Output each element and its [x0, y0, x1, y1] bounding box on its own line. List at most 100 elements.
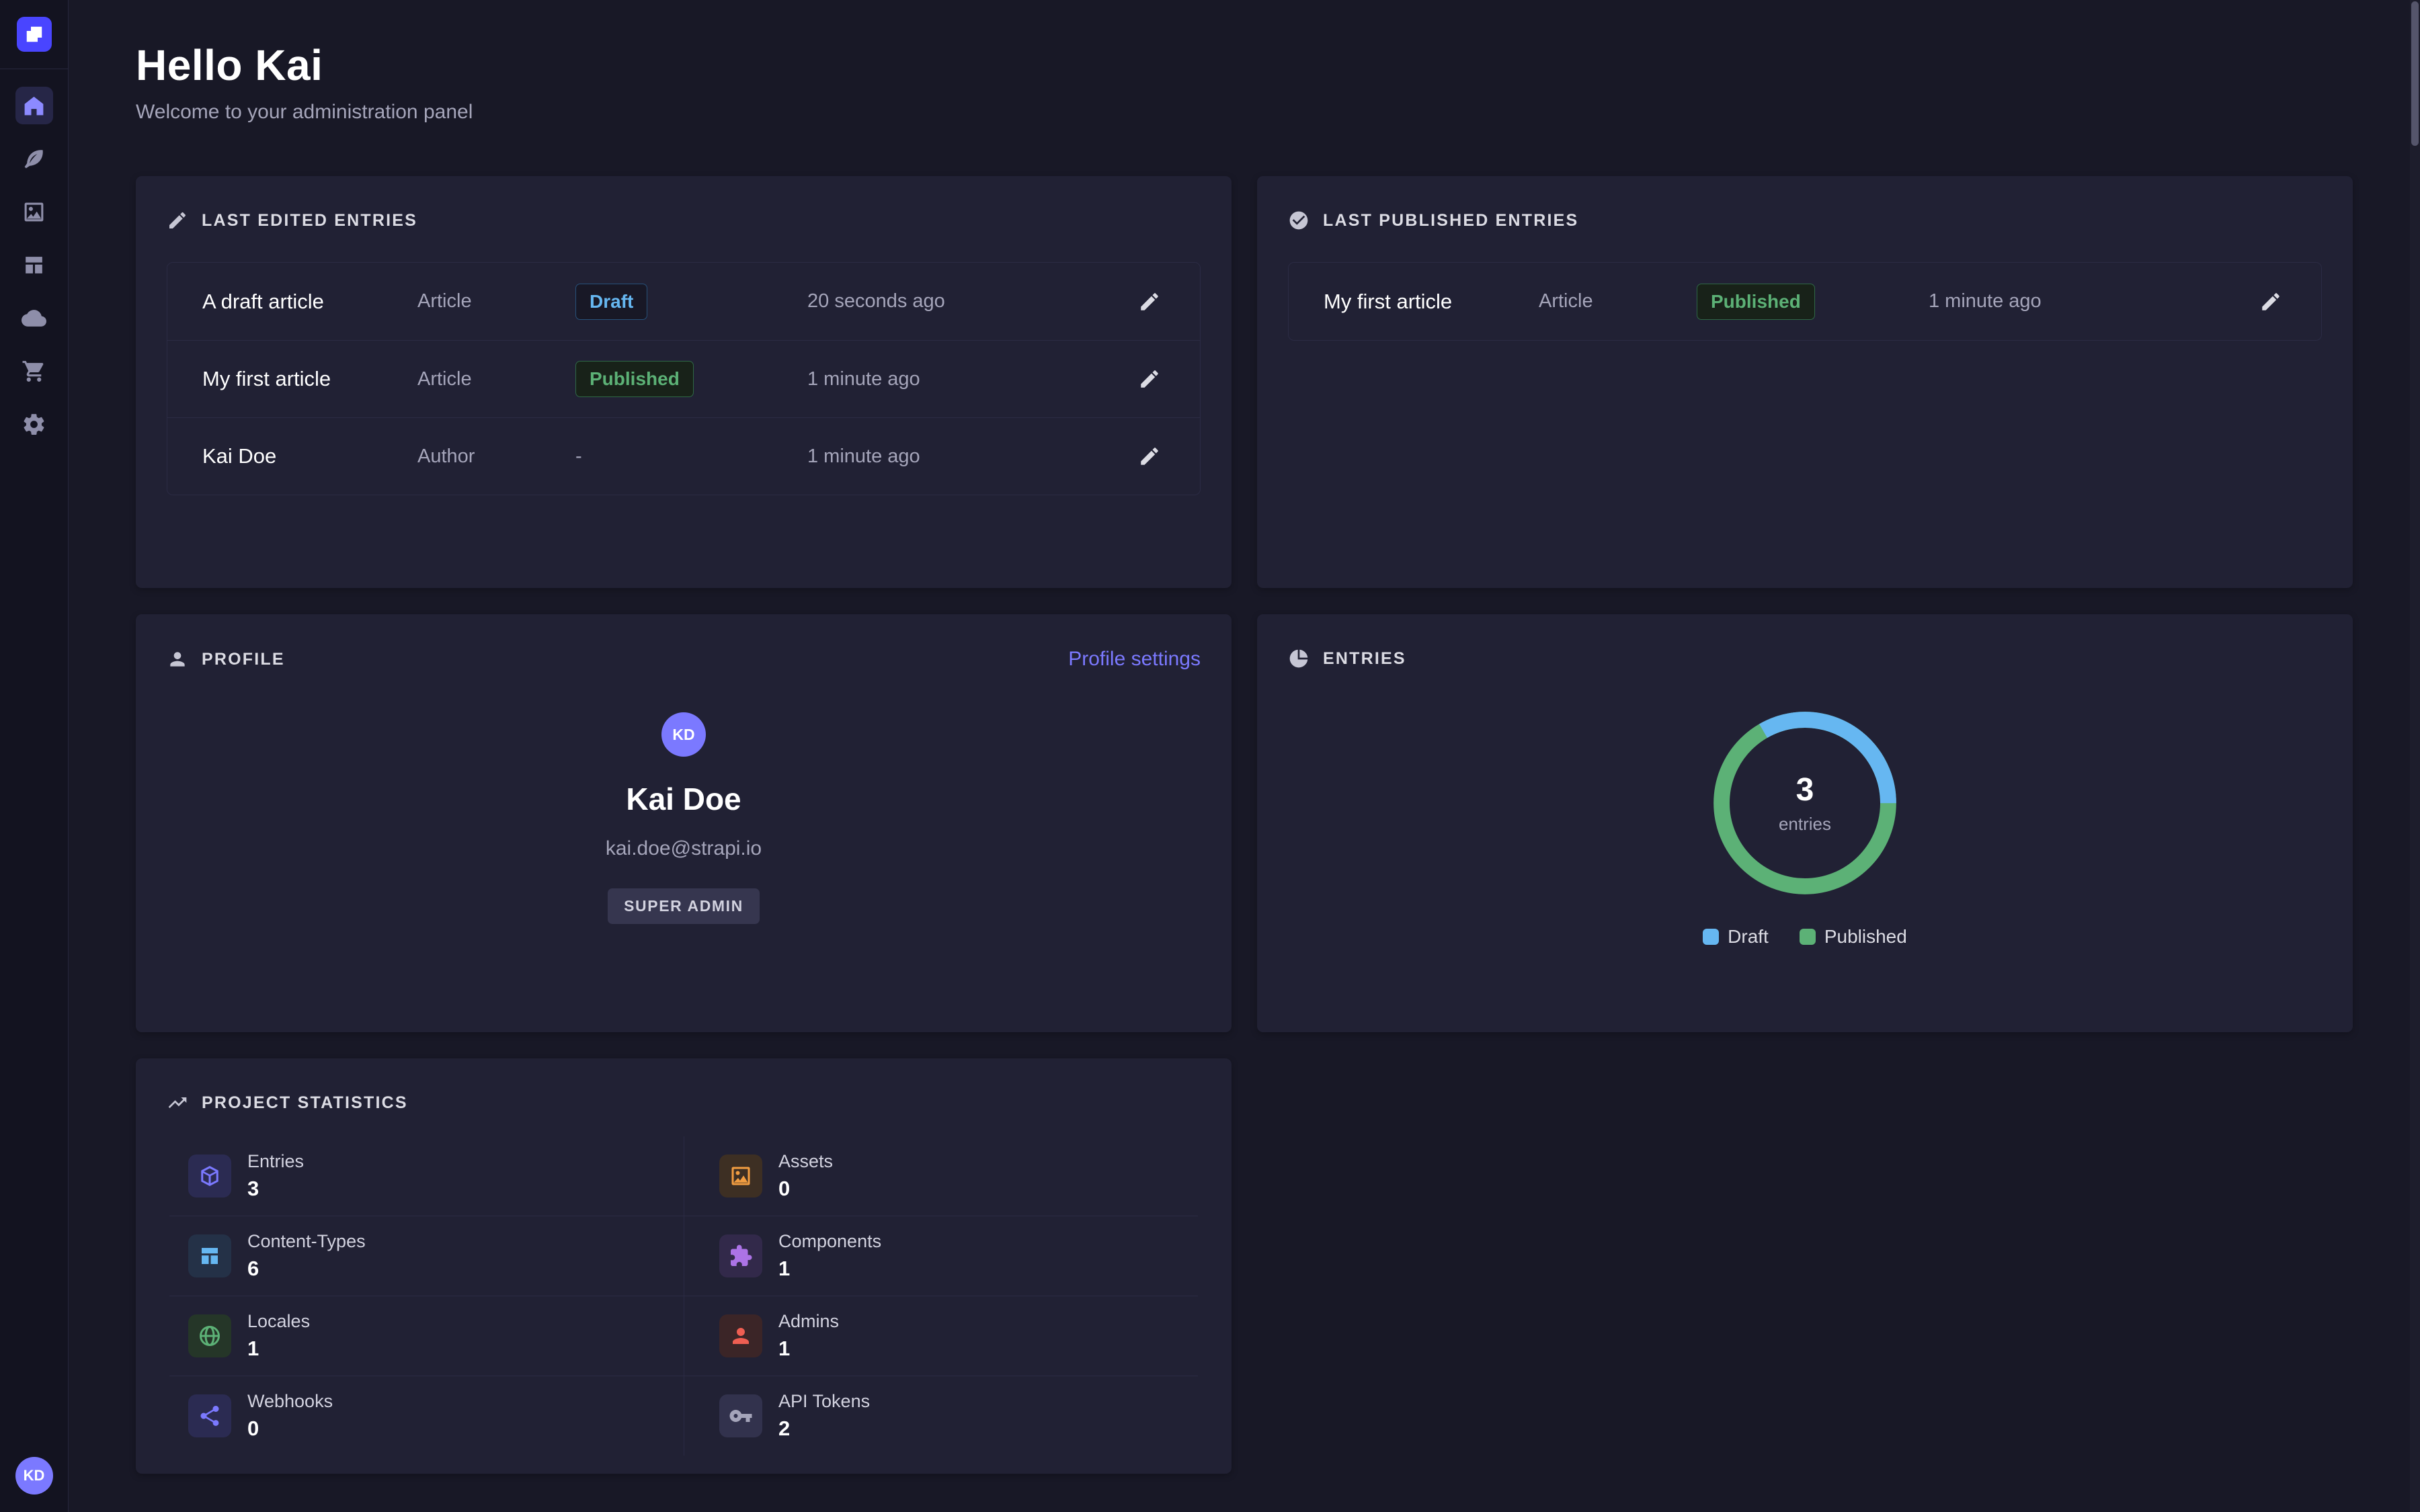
entry-type: Article [417, 290, 575, 312]
role-badge: SUPER ADMIN [608, 888, 760, 924]
entry-name: Kai Doe [202, 444, 417, 468]
table-row[interactable]: My first article Article Published 1 min… [167, 340, 1200, 417]
entries-table: A draft article Article Draft 20 seconds… [167, 262, 1201, 495]
sidebar-item-media-library[interactable] [15, 193, 53, 230]
image-icon [719, 1154, 762, 1198]
profile-settings-link[interactable]: Profile settings [1068, 648, 1201, 671]
entry-name: A draft article [202, 290, 417, 314]
card-title: ENTRIES [1323, 649, 1406, 669]
stat-label: Webhooks [247, 1391, 333, 1412]
page-subtitle: Welcome to your administration panel [136, 101, 2353, 124]
sidebar-item-settings[interactable] [15, 405, 53, 443]
entries-count: 3 [1796, 771, 1814, 808]
home-icon [22, 93, 46, 118]
edit-entry-button[interactable] [1134, 364, 1165, 394]
stat-item-api-tokens: API Tokens 2 [684, 1376, 1198, 1456]
edit-entry-button[interactable] [1134, 441, 1165, 472]
stat-label: Admins [778, 1311, 839, 1332]
pencil-icon [1138, 445, 1161, 468]
stat-label: Assets [778, 1151, 833, 1172]
profile-name: Kai Doe [626, 781, 741, 817]
app-root: KD Hello Kai Welcome to your administrat… [0, 0, 2420, 1512]
stat-value: 1 [778, 1337, 839, 1361]
entries-count-label: entries [1779, 814, 1831, 835]
profile-card: PROFILE Profile settings KD Kai Doe kai.… [136, 614, 1232, 1032]
sidebar-item-marketplace[interactable] [15, 352, 53, 390]
strapi-logo-icon [24, 24, 44, 44]
entry-name: My first article [1324, 290, 1539, 314]
main-content: Hello Kai Welcome to your administration… [69, 0, 2420, 1512]
sidebar-item-content-type-builder[interactable] [15, 246, 53, 284]
webhook-icon [188, 1394, 231, 1437]
strapi-logo[interactable] [17, 17, 52, 52]
stat-item-components: Components 1 [684, 1216, 1198, 1296]
card-header: ENTRIES [1288, 648, 2322, 669]
trending-up-icon [167, 1092, 188, 1114]
layout-icon [188, 1234, 231, 1277]
content-type-builder-icon [22, 253, 46, 278]
cloud-icon [22, 306, 46, 331]
pencil-icon [1138, 368, 1161, 390]
table-row[interactable]: Kai Doe Author - 1 minute ago [167, 417, 1200, 495]
scrollbar[interactable] [2410, 0, 2420, 1512]
entry-updated-time: 1 minute ago [807, 368, 1134, 390]
entry-type: Article [1539, 290, 1697, 312]
profile-email: kai.doe@strapi.io [606, 837, 762, 860]
edit-entry-button[interactable] [2255, 286, 2286, 317]
status-badge: - [575, 446, 582, 468]
stat-item-locales: Locales 1 [169, 1296, 684, 1376]
donut-center: 3 entries [1709, 707, 1901, 899]
draft-swatch [1703, 929, 1719, 945]
last-published-entries-card: LAST PUBLISHED ENTRIES My first article … [1257, 176, 2353, 588]
check-circle-icon [1288, 210, 1309, 231]
published-swatch [1800, 929, 1816, 945]
stat-label: Content-Types [247, 1231, 366, 1252]
content-manager-pen-icon [22, 146, 46, 171]
status-badge: Published [1697, 284, 1815, 320]
sidebar-nav [15, 87, 53, 443]
card-header: LAST EDITED ENTRIES [167, 210, 1201, 231]
legend-label: Draft [1728, 926, 1769, 948]
widgets-grid: LAST EDITED ENTRIES A draft article Arti… [136, 176, 2353, 1474]
pencil-icon [1138, 290, 1161, 313]
sidebar-item-deploy[interactable] [15, 299, 53, 337]
status-badge: Published [575, 361, 694, 397]
person-icon [167, 648, 188, 670]
card-title: PROFILE [202, 650, 285, 669]
sidebar-item-home[interactable] [15, 87, 53, 124]
cube-icon [188, 1154, 231, 1198]
stat-item-webhooks: Webhooks 0 [169, 1376, 684, 1456]
scrollbar-thumb[interactable] [2411, 1, 2419, 146]
table-row[interactable]: A draft article Article Draft 20 seconds… [167, 263, 1200, 340]
sidebar-item-content-manager[interactable] [15, 140, 53, 177]
entries-card: ENTRIES 3 entries [1257, 614, 2353, 1032]
last-edited-entries-card: LAST EDITED ENTRIES A draft article Arti… [136, 176, 1232, 588]
entries-donut-chart: 3 entries [1709, 707, 1901, 899]
page-header: Hello Kai Welcome to your administration… [136, 40, 2353, 124]
puzzle-icon [719, 1234, 762, 1277]
edit-entry-button[interactable] [1134, 286, 1165, 317]
stat-value: 0 [247, 1417, 333, 1441]
stat-item-admins: Admins 1 [684, 1296, 1198, 1376]
key-icon [719, 1394, 762, 1437]
status-badge: Draft [575, 284, 647, 320]
entry-type: Article [417, 368, 575, 390]
project-statistics-card: PROJECT STATISTICS Entries 3 [136, 1058, 1232, 1474]
stat-item-content-types: Content-Types 6 [169, 1216, 684, 1296]
entries-table: My first article Article Published 1 min… [1288, 262, 2322, 341]
page-title: Hello Kai [136, 40, 2353, 90]
user-avatar[interactable]: KD [15, 1457, 53, 1495]
sidebar: KD [0, 0, 69, 1512]
stat-value: 6 [247, 1257, 366, 1281]
stat-value: 0 [778, 1177, 833, 1201]
stat-item-assets: Assets 0 [684, 1136, 1198, 1216]
table-row[interactable]: My first article Article Published 1 min… [1289, 263, 2321, 340]
entry-updated-time: 20 seconds ago [807, 290, 1134, 312]
entry-updated-time: 1 minute ago [1929, 290, 2255, 312]
stats-grid: Entries 3 Assets 0 [167, 1136, 1201, 1456]
stat-label: Locales [247, 1311, 310, 1332]
media-library-icon [22, 200, 46, 224]
globe-icon [188, 1314, 231, 1357]
card-header: PROFILE Profile settings [167, 648, 1201, 671]
chart-legend: Draft Published [1703, 926, 1907, 948]
